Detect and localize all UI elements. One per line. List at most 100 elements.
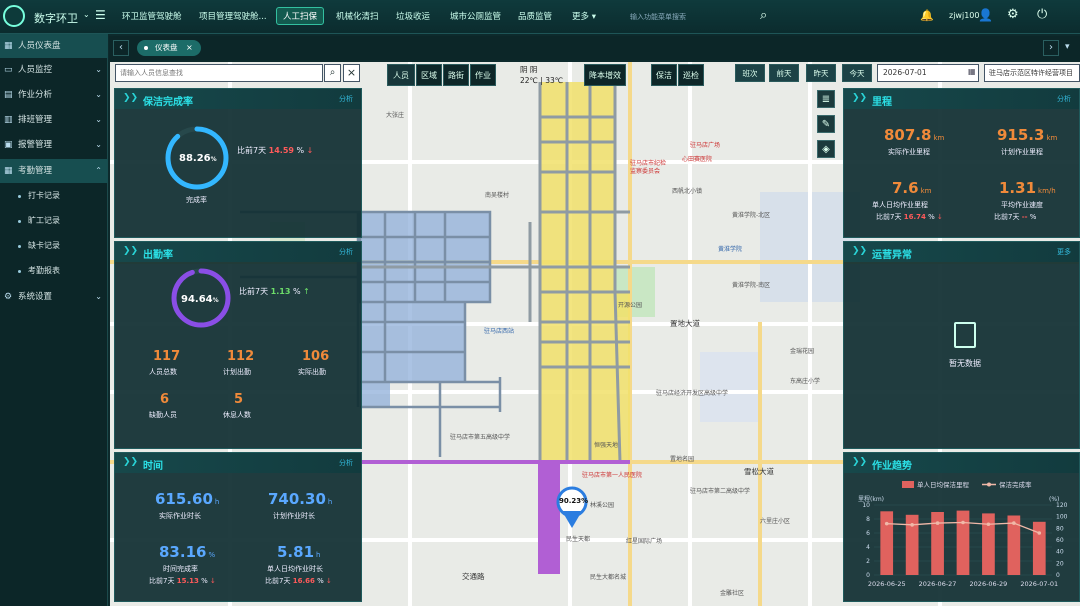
tab-next-button[interactable]: › [1043, 40, 1059, 56]
panel-title: 保洁完成率 [143, 97, 193, 108]
analysis-link[interactable]: 分析 [339, 458, 353, 468]
sidebar-subitem-missing[interactable]: 缺卡记录 [0, 234, 108, 258]
ruler-icon[interactable]: ✎ [817, 115, 835, 133]
bell-icon[interactable]: 🔔 [920, 9, 934, 22]
nav-garbage-collection[interactable]: 垃圾收运 [396, 10, 430, 22]
y-tick-left: 8 [866, 516, 870, 523]
anomaly-empty-text: 暂无数据 [949, 359, 981, 368]
sidebar-item-monitor[interactable]: ▭ 人员监控 ⌄ [0, 58, 108, 82]
chart-bar [956, 510, 970, 575]
search-icon[interactable]: ⌕ [760, 8, 767, 23]
list-icon[interactable]: ≣ [817, 90, 835, 108]
mileage-percap-value: 7.6 km [892, 179, 932, 197]
sidebar-item-settings[interactable]: ⚙ 系统设置 ⌄ [0, 285, 108, 309]
nav-manual-sweeping[interactable]: 人工扫保 [276, 7, 325, 25]
power-icon[interactable]: ⏻ [1037, 7, 1047, 22]
map-label: 驻马店广场 [690, 142, 721, 149]
map-label: 南吴楼村 [485, 192, 510, 199]
x-tick-label: 2026-07-01 [1020, 580, 1058, 588]
tab-label: 仪表盘 [155, 43, 178, 52]
function-search-input[interactable]: 输入功能菜单搜索 [630, 12, 686, 22]
analysis-link[interactable]: 分析 [339, 94, 353, 104]
analysis-link[interactable]: 分析 [1057, 94, 1071, 104]
mileage-panel: ❯❯ 里程 分析 807.8 km 实际作业里程 915.3 km 计划作业里程 7.6… [843, 88, 1080, 238]
weather-condition: 阴 阴 [520, 65, 538, 74]
stat-planned-label: 计划出勤 [223, 368, 251, 376]
search-icon[interactable]: ⌕ [324, 64, 341, 82]
hamburger-menu-icon[interactable]: ☰ [95, 8, 106, 22]
layers-icon[interactable]: ◈ [817, 140, 835, 158]
close-icon[interactable]: × [186, 40, 193, 56]
tab-menu-icon[interactable]: ▾ [1065, 42, 1070, 52]
project-area-select[interactable]: 驻马店示范区特许经营项目 [984, 64, 1080, 82]
map-label: 黄淮学院-南区 [732, 282, 771, 289]
calendar-icon[interactable]: ▦ [968, 67, 976, 76]
map-marker-value[interactable]: 90.23% [559, 497, 588, 505]
sidebar-item-attendance[interactable]: ▦ 考勤管理 ⌃ [0, 159, 108, 183]
date-btn-today[interactable]: 今天 [842, 64, 872, 82]
date-btn-before-yesterday[interactable]: 前天 [769, 64, 799, 82]
nav-mechanized-cleaning[interactable]: 机械化清扫 [336, 10, 379, 22]
cleaning-rate-panel: ❯❯ 保洁完成率 分析 88.26% 完成率 比前7天 14.59 % ↓ [114, 88, 362, 238]
sidebar-item-schedule[interactable]: ▥ 排班管理 ⌄ [0, 108, 108, 132]
sidebar-item-alarm[interactable]: ▣ 报警管理 ⌄ [0, 133, 108, 157]
date-btn-yesterday[interactable]: 昨天 [806, 64, 836, 82]
top-bar: 数字环卫 ⌄ ☰ 环卫监管驾驶舱 项目管理驾驶舱... 人工扫保 机械化清扫 垃… [0, 0, 1080, 34]
map-label: 驻马店经济开发区高级中学 [656, 390, 729, 397]
empty-document-icon [954, 322, 976, 348]
sidebar-item-label: 系统设置 [18, 292, 53, 302]
mode-btn-cleaning[interactable]: 保洁 [651, 64, 677, 86]
user-icon[interactable]: 👤 [978, 8, 993, 22]
map-label: 金瑞花园 [790, 348, 815, 355]
layer-btn-work[interactable]: 作业 [470, 64, 496, 86]
nav-more[interactable]: 更多 ▾ [572, 10, 596, 22]
tab-dashboard[interactable]: 仪表盘 × [137, 40, 201, 56]
trend-down-icon: ↓ [325, 577, 332, 585]
more-link[interactable]: 更多 [1057, 247, 1071, 257]
sidebar-subitem-report[interactable]: 考勤报表 [0, 259, 108, 283]
x-tick-label: 2026-06-27 [919, 580, 957, 588]
sidebar-subitem-label: 缺卡记录 [28, 241, 60, 250]
trend-down-icon: ↓ [306, 146, 314, 155]
sidebar-item-dashboard[interactable]: ▦ 人员仪表盘 [0, 34, 108, 58]
brand-dropdown-icon[interactable]: ⌄ [83, 10, 90, 19]
sidebar-item-analysis[interactable]: ▤ 作业分析 ⌄ [0, 83, 108, 107]
mode-btn-cost[interactable]: 降本增效 [584, 64, 626, 86]
schedule-icon: ▥ [4, 115, 13, 125]
mode-btn-inspect[interactable]: 巡检 [678, 64, 704, 86]
personnel-search-input[interactable]: 请输入人员信息查找 [115, 64, 323, 82]
sidebar-item-label: 作业分析 [18, 90, 53, 100]
road-label-zhidi: 置地大道 [670, 319, 700, 328]
map-label: 林溪公园 [590, 502, 615, 509]
sidebar-subitem-label: 考勤报表 [28, 266, 60, 275]
sidebar: ▦ 人员仪表盘 ▭ 人员监控 ⌄ ▤ 作业分析 ⌄ ▥ 排班管理 ⌄ ▣ 报警管理 ⌄ ▦ 考勤管理… [0, 34, 108, 606]
nav-public-toilet[interactable]: 城市公厕监管 [450, 10, 501, 22]
dashboard-icon: ▦ [4, 41, 13, 51]
map-label: 东高庄小学 [790, 378, 821, 385]
mileage-speed-compare: 比前7天 -- % [994, 213, 1037, 221]
username[interactable]: zjwj100 [949, 11, 979, 20]
legend-bar-label: 单人日均保洁里程 [917, 480, 970, 489]
nav-more-label: 更多 [572, 12, 590, 22]
stat-actual-label: 实际出勤 [298, 368, 326, 376]
close-icon[interactable]: × [343, 64, 360, 82]
map-label: 民生大都名城 [590, 574, 627, 581]
layer-btn-area[interactable]: 区域 [416, 64, 442, 86]
gear-icon[interactable]: ⚙ [1007, 7, 1019, 22]
chart-bar [880, 511, 894, 575]
date-picker-input[interactable]: 2026-07-01 [877, 64, 979, 82]
nav-quality[interactable]: 品质监管 [518, 10, 552, 22]
app-brand[interactable]: 数字环卫 [34, 10, 78, 26]
layer-btn-street[interactable]: 路街 [443, 64, 469, 86]
sidebar-subitem-absence[interactable]: 旷工记录 [0, 209, 108, 233]
stat-actual-value: 106 [302, 349, 330, 364]
nav-sanitation-cockpit[interactable]: 环卫监管驾驶舱 [122, 10, 182, 22]
nav-project-cockpit[interactable]: 项目管理驾驶舱... [199, 10, 267, 22]
layer-btn-personnel[interactable]: 人员 [387, 64, 415, 86]
sidebar-subitem-punch[interactable]: 打卡记录 [0, 184, 108, 208]
panel-title: 出勤率 [143, 250, 173, 261]
date-btn-shift[interactable]: 班次 [735, 64, 765, 82]
tab-prev-button[interactable]: ‹ [113, 40, 129, 56]
analysis-link[interactable]: 分析 [339, 247, 353, 257]
chart-point [910, 523, 914, 527]
